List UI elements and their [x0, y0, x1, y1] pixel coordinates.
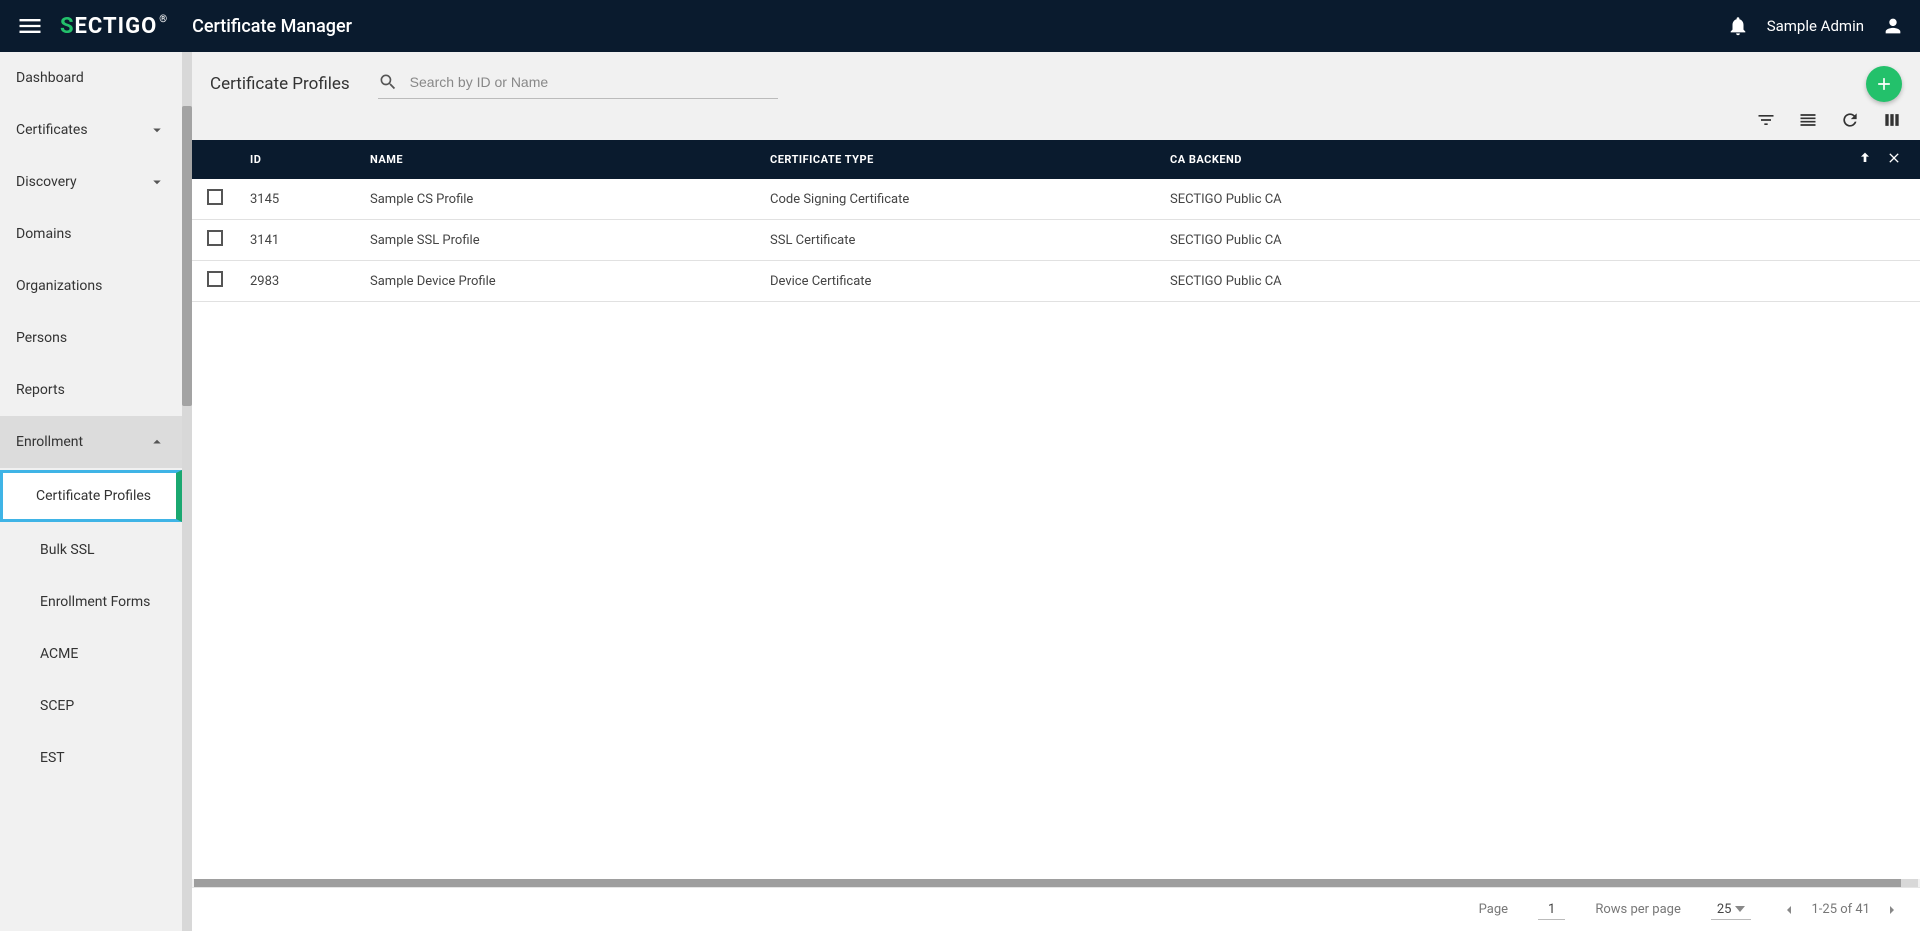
- sidebar-item-label: Dashboard: [16, 70, 84, 86]
- cell-type: Device Certificate: [758, 261, 1158, 302]
- notifications-icon[interactable]: [1727, 15, 1749, 37]
- row-checkbox[interactable]: [207, 271, 223, 287]
- current-user-name[interactable]: Sample Admin: [1767, 17, 1864, 35]
- sidebar-subitem-acme[interactable]: ACME: [0, 628, 182, 680]
- sidebar-item-discovery[interactable]: Discovery: [0, 156, 182, 208]
- table-horizontal-scrollbar[interactable]: [194, 879, 1918, 887]
- chevron-up-icon: [148, 433, 166, 451]
- user-avatar-icon[interactable]: [1882, 15, 1904, 37]
- sidebar-scrollbar[interactable]: [182, 52, 192, 931]
- profiles-table: ID NAME CERTIFICATE TYPE CA BACKEND 3145…: [192, 140, 1920, 879]
- sidebar-item-label: Enrollment: [16, 434, 83, 450]
- cell-ca: SECTIGO Public CA: [1158, 261, 1840, 302]
- cell-type: Code Signing Certificate: [758, 179, 1158, 220]
- logo-letter-s: S: [60, 14, 75, 39]
- sidebar-item-dashboard[interactable]: Dashboard: [0, 52, 182, 104]
- cell-id: 3145: [238, 179, 358, 220]
- sidebar-item-label: Certificates: [16, 122, 88, 138]
- search-input[interactable]: [410, 70, 778, 94]
- sidebar: Dashboard Certificates Discovery Domains Org…: [0, 52, 192, 931]
- sidebar-subitem-est[interactable]: EST: [0, 732, 182, 784]
- sort-up-icon[interactable]: [1857, 150, 1873, 166]
- density-icon[interactable]: [1798, 110, 1818, 130]
- hamburger-icon: [16, 12, 44, 40]
- cell-id: 2983: [238, 261, 358, 302]
- sidebar-subitem-certificate-profiles[interactable]: Certificate Profiles: [0, 470, 182, 522]
- sidebar-item-label: Reports: [16, 382, 65, 398]
- page-label: Page: [1479, 902, 1508, 917]
- sidebar-item-label: Discovery: [16, 174, 77, 190]
- cell-name: Sample Device Profile: [358, 261, 758, 302]
- add-button[interactable]: [1866, 66, 1902, 102]
- sidebar-item-organizations[interactable]: Organizations: [0, 260, 182, 312]
- sidebar-subitem-scep[interactable]: SCEP: [0, 680, 182, 732]
- rows-per-page-label: Rows per page: [1595, 902, 1681, 917]
- logo-registered: ®: [159, 14, 168, 25]
- columns-icon[interactable]: [1882, 110, 1902, 130]
- page-title: Certificate Profiles: [210, 74, 350, 94]
- app-title: Certificate Manager: [192, 16, 352, 37]
- sidebar-item-label: Persons: [16, 330, 67, 346]
- sidebar-item-label: Organizations: [16, 278, 102, 294]
- logo-rest: ECTIGO: [75, 14, 158, 39]
- plus-icon: [1874, 74, 1894, 94]
- close-icon[interactable]: [1886, 150, 1902, 166]
- app-topbar: SECTIGO® Certificate Manager Sample Admi…: [0, 0, 1920, 52]
- search-icon[interactable]: [378, 72, 398, 92]
- next-page-icon[interactable]: [1884, 902, 1900, 918]
- rows-per-page-select[interactable]: 25: [1711, 900, 1752, 920]
- sidebar-item-persons[interactable]: Persons: [0, 312, 182, 364]
- table-row[interactable]: 3141Sample SSL ProfileSSL CertificateSEC…: [192, 220, 1920, 261]
- sidebar-item-enrollment[interactable]: Enrollment: [0, 416, 182, 468]
- table-row[interactable]: 3145Sample CS ProfileCode Signing Certif…: [192, 179, 1920, 220]
- pagination-footer: Page 1 Rows per page 25 1-25 of 41: [192, 887, 1920, 931]
- dropdown-arrow-icon: [1735, 906, 1745, 912]
- cell-name: Sample SSL Profile: [358, 220, 758, 261]
- cell-ca: SECTIGO Public CA: [1158, 220, 1840, 261]
- sidebar-item-label: Domains: [16, 226, 71, 242]
- main-content: Certificate Profiles: [192, 52, 1920, 931]
- row-checkbox[interactable]: [207, 230, 223, 246]
- row-checkbox[interactable]: [207, 189, 223, 205]
- table-header-row: ID NAME CERTIFICATE TYPE CA BACKEND: [192, 140, 1920, 179]
- column-name[interactable]: NAME: [358, 140, 758, 179]
- column-ca[interactable]: CA BACKEND: [1158, 140, 1840, 179]
- menu-toggle-button[interactable]: [16, 12, 44, 40]
- refresh-icon[interactable]: [1840, 110, 1860, 130]
- column-type[interactable]: CERTIFICATE TYPE: [758, 140, 1158, 179]
- table-row[interactable]: 2983Sample Device ProfileDevice Certific…: [192, 261, 1920, 302]
- sidebar-item-domains[interactable]: Domains: [0, 208, 182, 260]
- cell-type: SSL Certificate: [758, 220, 1158, 261]
- page-range: 1-25 of 41: [1811, 902, 1870, 917]
- prev-page-icon[interactable]: [1781, 902, 1797, 918]
- column-id[interactable]: ID: [238, 140, 358, 179]
- sidebar-item-reports[interactable]: Reports: [0, 364, 182, 416]
- chevron-down-icon: [148, 121, 166, 139]
- cell-ca: SECTIGO Public CA: [1158, 179, 1840, 220]
- cell-name: Sample CS Profile: [358, 179, 758, 220]
- brand-logo: SECTIGO®: [60, 14, 168, 39]
- sidebar-item-certificates[interactable]: Certificates: [0, 104, 182, 156]
- search-field[interactable]: [378, 70, 778, 99]
- sidebar-subitem-bulk-ssl[interactable]: Bulk SSL: [0, 524, 182, 576]
- sidebar-subitem-enrollment-forms[interactable]: Enrollment Forms: [0, 576, 182, 628]
- chevron-down-icon: [148, 173, 166, 191]
- cell-id: 3141: [238, 220, 358, 261]
- page-number-input[interactable]: 1: [1538, 900, 1565, 920]
- filter-icon[interactable]: [1756, 110, 1776, 130]
